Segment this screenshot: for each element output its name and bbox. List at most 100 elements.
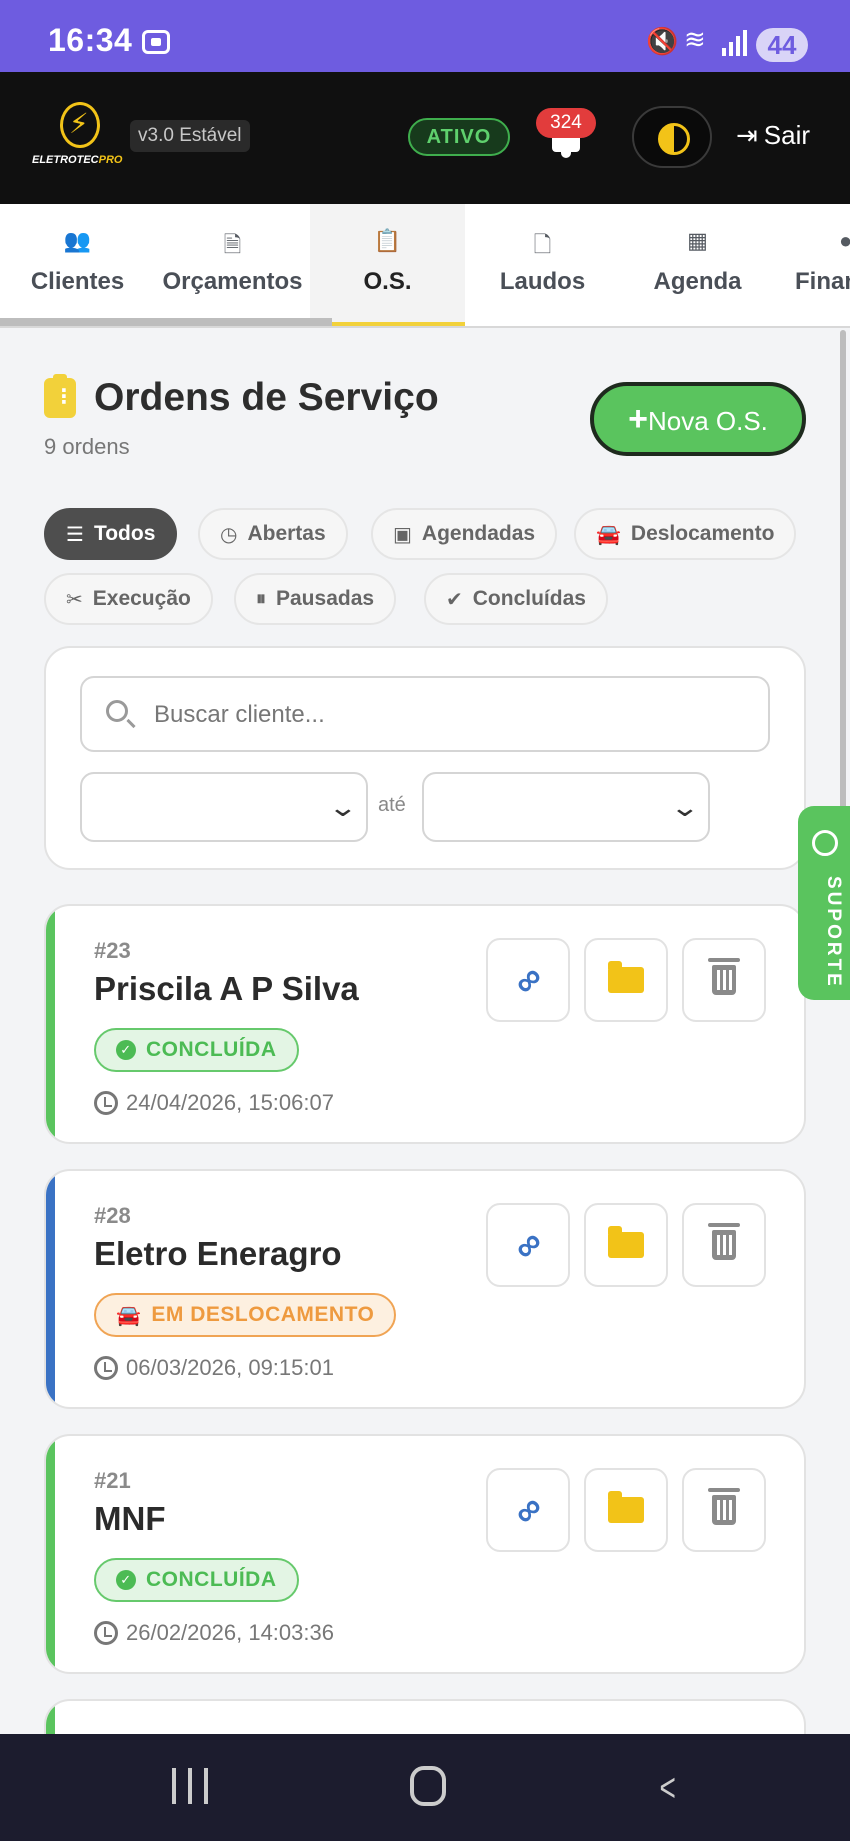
lightning-bolt-icon — [60, 102, 100, 148]
link-icon: ∞ — [504, 1486, 552, 1534]
order-card[interactable]: #23 Priscila A P Silva ✓ CONCLUÍDA 24/04… — [44, 904, 806, 1144]
clock-icon — [94, 1621, 118, 1645]
filter-abertas[interactable]: ◷ Abertas — [198, 508, 348, 560]
theme-toggle-button[interactable] — [632, 106, 712, 168]
logo-text: ELETROTECPRO — [32, 154, 123, 166]
notifications-button[interactable]: 324 — [536, 108, 596, 168]
status-badge: 🚘 EM DESLOCAMENTO — [94, 1293, 397, 1337]
signal-icon — [722, 30, 750, 56]
date-to-select[interactable]: ⌄ — [422, 772, 710, 842]
page-scrollbar[interactable] — [840, 330, 846, 810]
tab-orcamentos[interactable]: 🗎 Orçamentos — [155, 204, 310, 326]
home-button[interactable] — [410, 1766, 446, 1806]
search-panel: ⌄ até ⌄ — [44, 646, 806, 870]
pause-circle-icon: ⏸ — [256, 587, 266, 610]
link-icon: ∞ — [504, 1221, 552, 1269]
open-folder-button[interactable] — [584, 1203, 668, 1287]
check-circle-icon: ✓ — [116, 1570, 136, 1590]
tab-laudos[interactable]: 🗋 Laudos — [465, 204, 620, 326]
tab-label: Finan — [795, 268, 850, 295]
delete-button[interactable] — [682, 1203, 766, 1287]
order-card[interactable]: #21 MNF ✓ CONCLUÍDA 26/02/2026, 14:03:36… — [44, 1434, 806, 1674]
invoice-dollar-icon: 🗎 — [223, 232, 242, 257]
clock-icon — [94, 1091, 118, 1115]
date-from-select[interactable]: ⌄ — [80, 772, 368, 842]
search-field[interactable] — [80, 676, 770, 752]
app-header: ELETROTECPRO v3.0 Estável ATIVO 324 ⇥ Sa… — [0, 72, 850, 204]
recent-apps-button[interactable] — [172, 1768, 208, 1804]
search-icon — [106, 700, 128, 722]
file-pdf-icon: 🗋 — [533, 232, 552, 257]
status-stripe — [46, 1171, 55, 1407]
new-order-button[interactable]: +Nova O.S. — [590, 382, 806, 456]
check-circle-icon: ✔ — [446, 588, 463, 611]
filter-execucao[interactable]: ✂ Execução — [44, 573, 213, 625]
tab-os[interactable]: 📋 O.S. — [310, 204, 465, 326]
car-icon: 🚘 — [596, 523, 621, 546]
tab-label: Agenda — [653, 268, 742, 295]
license-status-badge: ATIVO — [408, 118, 510, 156]
tab-label: Laudos — [499, 268, 586, 295]
order-datetime: 24/04/2026, 15:06:07 — [94, 1090, 334, 1116]
tab-label: O.S. — [363, 268, 412, 295]
support-button[interactable]: SUPORTE — [798, 806, 850, 1000]
tab-financeiro[interactable]: ● Finan — [775, 204, 850, 326]
folder-open-icon — [608, 1491, 644, 1523]
main-tabs: 👥 Clientes 🗎 Orçamentos 📋 O.S. 🗋 Laudos … — [0, 204, 850, 328]
logout-button[interactable]: ⇥ Sair — [736, 120, 810, 151]
chevron-down-icon: ⌄ — [669, 792, 701, 822]
status-stripe — [46, 1436, 55, 1672]
share-link-button[interactable]: ∞ — [486, 1468, 570, 1552]
app-logo[interactable]: ELETROTECPRO — [32, 102, 122, 174]
users-icon: 👥 — [63, 228, 92, 253]
datetime-text: 24/04/2026, 15:06:07 — [126, 1090, 334, 1115]
share-link-button[interactable]: ∞ — [486, 1203, 570, 1287]
share-link-button[interactable]: ∞ — [486, 938, 570, 1022]
tabs-scrollbar[interactable] — [0, 318, 332, 326]
delete-button[interactable] — [682, 1468, 766, 1552]
circle-icon: ● — [839, 228, 850, 254]
screenshot-icon — [142, 30, 170, 54]
search-input[interactable] — [154, 696, 744, 734]
new-order-label: Nova O.S. — [647, 406, 768, 436]
notification-count: 324 — [536, 108, 596, 138]
tab-clientes[interactable]: 👥 Clientes — [0, 204, 155, 326]
filter-label: Concluídas — [472, 587, 586, 610]
filter-concluidas[interactable]: ✔ Concluídas — [424, 573, 608, 625]
status-label: EM DESLOCAMENTO — [151, 1303, 375, 1326]
delete-button[interactable] — [682, 938, 766, 1022]
filter-todos[interactable]: ☰ Todos — [44, 508, 178, 560]
order-number: #23 — [94, 938, 131, 963]
filter-deslocamento[interactable]: 🚘 Deslocamento — [574, 508, 797, 560]
contrast-icon — [658, 123, 690, 155]
client-name: MNF — [94, 1500, 166, 1537]
order-number: #28 — [94, 1203, 131, 1228]
filter-label: Execução — [92, 587, 191, 610]
open-folder-button[interactable] — [584, 1468, 668, 1552]
status-stripe — [46, 906, 55, 1142]
clipboard-icon — [44, 374, 76, 418]
client-name: Eletro Eneragro — [94, 1235, 342, 1272]
filter-agendadas[interactable]: ▣ Agendadas — [371, 508, 558, 560]
mute-icon: 🔇 — [646, 26, 679, 56]
tools-icon: ✂ — [66, 588, 83, 611]
list-icon: ☰ — [66, 523, 84, 546]
tab-label: Orçamentos — [162, 268, 303, 295]
filter-pausadas[interactable]: ⏸ Pausadas — [234, 573, 397, 625]
sign-out-icon: ⇥ — [736, 120, 758, 150]
datetime-text: 26/02/2026, 14:03:36 — [126, 1620, 334, 1645]
datetime-text: 06/03/2026, 09:15:01 — [126, 1355, 334, 1380]
order-card[interactable]: #28 Eletro Eneragro 🚘 EM DESLOCAMENTO 06… — [44, 1169, 806, 1409]
status-badge: ✓ CONCLUÍDA — [94, 1558, 299, 1602]
chevron-down-icon: ⌄ — [327, 792, 359, 822]
trash-icon — [708, 1223, 740, 1260]
tab-agenda[interactable]: ▦ Agenda — [620, 204, 775, 326]
clock-icon: ◷ — [220, 523, 238, 546]
filter-label: Agendadas — [421, 522, 536, 545]
date-range-separator: até — [378, 794, 406, 816]
plus-icon: + — [628, 400, 648, 438]
status-label: CONCLUÍDA — [146, 1038, 277, 1061]
car-icon: 🚘 — [116, 1304, 142, 1327]
back-button[interactable]: < — [660, 1766, 676, 1811]
open-folder-button[interactable] — [584, 938, 668, 1022]
